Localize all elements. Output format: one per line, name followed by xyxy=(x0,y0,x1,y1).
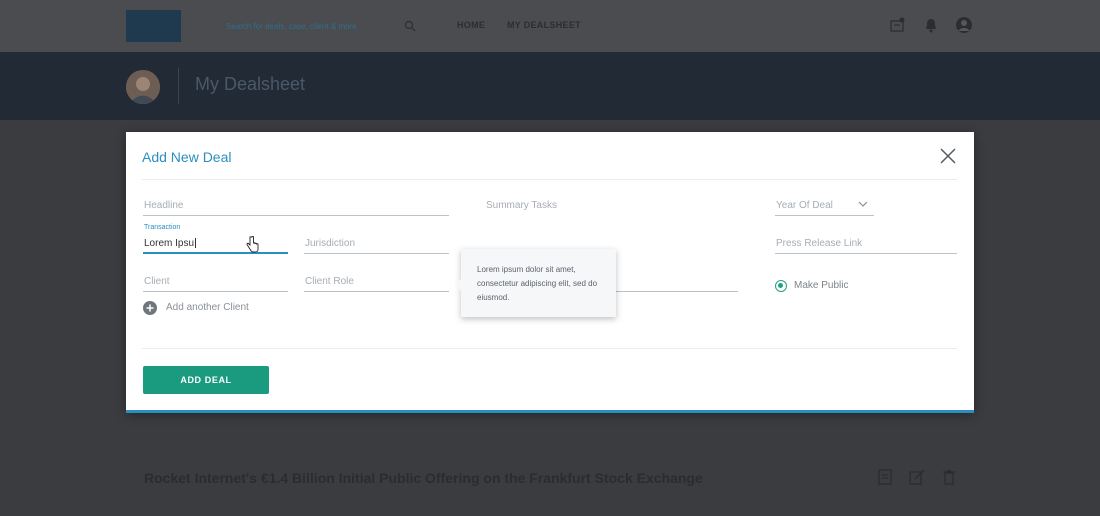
plus-circle-icon xyxy=(143,301,157,315)
logo[interactable] xyxy=(126,10,181,42)
press-release-placeholder: Press Release Link xyxy=(776,238,863,249)
make-public-radio[interactable] xyxy=(775,280,787,292)
search-bar[interactable]: Search for deals, case, client & more xyxy=(226,18,416,34)
nav-home-link[interactable]: HOME xyxy=(457,20,485,30)
briefcase-icon[interactable] xyxy=(888,16,906,34)
article-title[interactable]: Rocket Internet's €1.4 Billion Initial P… xyxy=(144,470,703,486)
nav-dealsheet-link[interactable]: MY DEALSHEET xyxy=(507,20,581,30)
add-deal-modal: Add New Deal Headline Transaction Lorem … xyxy=(126,132,974,413)
page-header-band xyxy=(0,52,1100,120)
document-icon[interactable] xyxy=(877,469,893,485)
page-title: My Dealsheet xyxy=(195,74,306,94)
summary-tasks-label: Summary Tasks xyxy=(486,200,557,211)
modal-title: Add New Deal xyxy=(142,149,232,165)
avatar xyxy=(126,70,160,104)
close-icon[interactable] xyxy=(939,147,957,165)
client-role-placeholder: Client Role xyxy=(305,276,354,287)
text-caret xyxy=(195,238,197,249)
tooltip: Lorem ipsum dolor sit amet, consectetur … xyxy=(455,249,616,317)
press-release-field[interactable]: Press Release Link xyxy=(775,234,957,254)
modal-divider-bottom xyxy=(142,348,957,349)
add-client-label: Add another Client xyxy=(166,302,249,313)
trash-icon[interactable] xyxy=(941,469,957,485)
client-role-field[interactable]: Client Role xyxy=(304,272,449,292)
tooltip-text: Lorem ipsum dolor sit amet, consectetur … xyxy=(477,265,598,302)
search-placeholder: Search for deals, case, client & more xyxy=(226,22,357,31)
modal-divider-top xyxy=(142,179,957,180)
transaction-field[interactable]: Transaction Lorem Ipsu xyxy=(143,224,288,254)
hand-cursor-icon xyxy=(246,236,259,253)
summary-tasks-field[interactable] xyxy=(616,291,738,292)
client-placeholder: Client xyxy=(144,276,170,287)
transaction-label: Transaction xyxy=(144,224,181,231)
client-field[interactable]: Client xyxy=(143,272,288,292)
bell-icon[interactable] xyxy=(922,16,940,34)
jurisdiction-field[interactable]: Jurisdiction xyxy=(304,234,449,254)
edit-icon[interactable] xyxy=(909,469,925,485)
add-deal-button[interactable]: ADD DEAL xyxy=(143,366,269,394)
chevron-down-icon xyxy=(858,201,868,207)
header-divider xyxy=(178,68,179,104)
user-avatar-icon[interactable] xyxy=(955,16,973,34)
jurisdiction-placeholder: Jurisdiction xyxy=(305,238,356,249)
year-placeholder: Year Of Deal xyxy=(776,200,833,211)
make-public-label: Make Public xyxy=(794,280,849,291)
headline-placeholder: Headline xyxy=(144,200,184,211)
headline-field[interactable]: Headline xyxy=(143,195,449,216)
year-of-deal-select[interactable]: Year Of Deal xyxy=(775,196,874,216)
transaction-value: Lorem Ipsu xyxy=(144,238,197,249)
search-icon[interactable] xyxy=(404,20,416,32)
